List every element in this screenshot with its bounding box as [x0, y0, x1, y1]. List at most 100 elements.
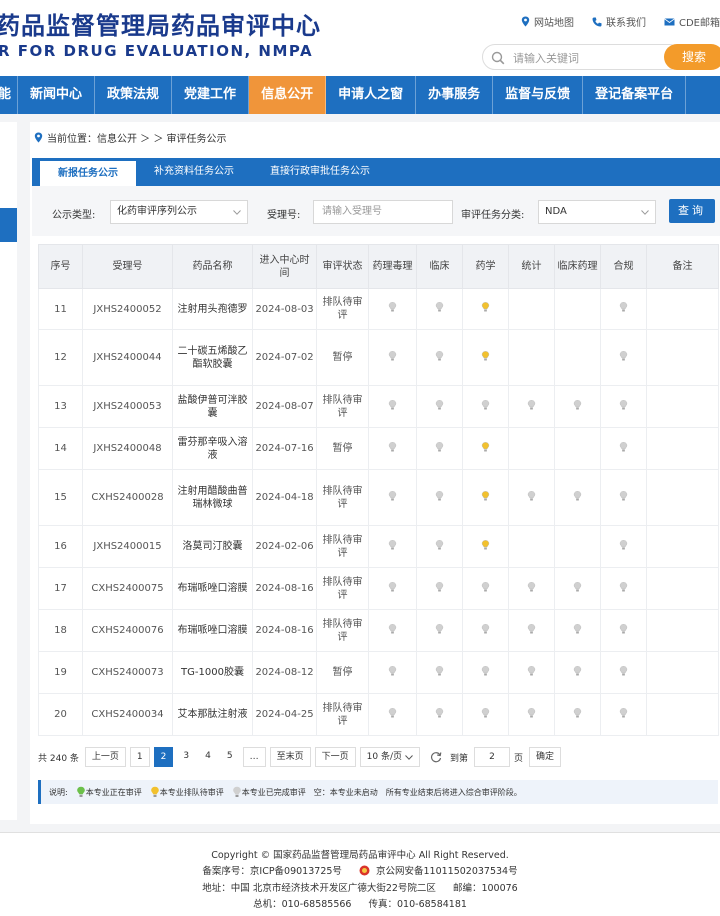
review-indicator-cell — [600, 427, 647, 470]
contact-link[interactable]: 联系我们 — [592, 14, 646, 29]
bulb-done-icon — [232, 786, 241, 797]
accept-number-input[interactable]: 请输入受理号 — [313, 200, 453, 224]
cde-mail-link[interactable]: CDE邮箱 — [664, 14, 720, 29]
nav-item-supervision[interactable]: 监督与反馈 — [493, 76, 584, 114]
table-row[interactable]: 16 JXHS2400015 洛莫司汀胶囊 2024-02-06 排队待审评 — [38, 525, 719, 568]
row-number: 19 — [38, 651, 83, 694]
remark-cell — [646, 651, 719, 694]
review-indicator-cell — [462, 427, 509, 470]
review-indicator-cell — [508, 567, 555, 610]
tab-supplement-tasks[interactable]: 补充资料任务公示 — [136, 158, 252, 186]
review-indicator-cell — [508, 427, 555, 470]
search-button[interactable]: 搜索 — [664, 44, 720, 70]
confirm-button[interactable]: 确定 — [529, 747, 562, 767]
col-header: 进入中心时间 — [252, 244, 317, 289]
review-indicator-cell — [416, 288, 463, 330]
review-indicator-cell — [600, 609, 647, 652]
nav-item-party[interactable]: 党建工作 — [172, 76, 250, 114]
sidebar-active-item[interactable] — [0, 208, 17, 242]
category-select-value: NDA — [545, 206, 567, 217]
table-row[interactable]: 12 JXHS2400044 二十碳五烯酸乙酯软胶囊 2024-07-02 暂停 — [38, 329, 719, 386]
search-input[interactable] — [513, 48, 663, 68]
page-button[interactable]: 5 — [221, 747, 239, 767]
review-indicator-cell — [462, 609, 509, 652]
bulb-done-icon — [527, 665, 536, 675]
sitemap-link[interactable]: 网站地图 — [521, 14, 574, 29]
drug-name: 二十碳五烯酸乙酯软胶囊 — [172, 329, 253, 386]
bulb-done-icon — [388, 302, 397, 312]
review-indicator-cell — [462, 469, 509, 526]
query-button[interactable]: 查询 — [669, 199, 715, 223]
review-indicator-cell — [554, 427, 601, 470]
last-page-button[interactable]: 至末页 — [269, 747, 311, 767]
page-button-current[interactable]: 2 — [153, 747, 174, 767]
chevron-down-icon — [405, 754, 413, 760]
page-ellipsis[interactable]: … — [242, 747, 266, 767]
goto-page-input[interactable]: 2 — [474, 747, 510, 767]
bulb-done-icon — [388, 581, 397, 591]
footer-address-line: 地址：中国 北京市经济技术开发区广德大街22号院二区 邮编：100076 — [0, 880, 720, 894]
footer-icp[interactable]: 备案序号：京ICP备09013725号 — [202, 866, 342, 877]
table-row[interactable]: 19 CXHS2400073 TG-1000胶囊 2024-08-12 暂停 — [38, 651, 719, 694]
nav-item-applicant[interactable]: 申请人之窗 — [326, 76, 417, 114]
bulb-done-icon — [481, 623, 490, 633]
col-header: 药品名称 — [172, 244, 253, 289]
site-logo-title[interactable]: 药品监督管理局药品审评中心 — [0, 6, 321, 41]
page-button[interactable]: 1 — [129, 747, 150, 767]
bulb-done-icon — [481, 399, 490, 409]
site-header: 药品监督管理局药品审评中心 R FOR DRUG EVALUATION, NMP… — [0, 0, 720, 76]
type-select[interactable]: 化药审评序列公示 — [110, 200, 248, 224]
table-row[interactable]: 17 CXHS2400075 布瑞哌唑口溶膜 2024-08-16 排队待审评 — [38, 567, 719, 610]
nav-item-services[interactable]: 办事服务 — [416, 76, 494, 114]
nav-item-news[interactable]: 新闻中心 — [18, 76, 96, 114]
review-status: 排队待审评 — [316, 385, 369, 428]
bulb-pending-icon — [481, 441, 490, 451]
review-indicator-cell — [416, 567, 463, 610]
review-indicator-cell — [416, 525, 463, 568]
table-row[interactable]: 20 CXHS2400034 艾本那肽注射液 2024-04-25 排队待审评 — [38, 693, 719, 736]
category-select[interactable]: NDA — [538, 200, 656, 224]
review-indicator-cell — [600, 288, 647, 330]
bulb-done-icon — [481, 707, 490, 717]
prev-page-button[interactable]: 上一页 — [84, 747, 126, 767]
drug-name: 布瑞哌唑口溶膜 — [172, 567, 253, 610]
tab-new-tasks[interactable]: 新报任务公示 — [40, 161, 136, 186]
review-indicator-cell — [462, 693, 509, 736]
breadcrumb-text: 当前位置：信息公开 ＞ ＞ 审评任务公示 — [47, 134, 227, 145]
refresh-icon[interactable] — [430, 751, 442, 763]
review-status: 排队待审评 — [316, 469, 369, 526]
drug-name: TG-1000胶囊 — [172, 651, 253, 694]
table-row[interactable]: 14 JXHS2400048 雷芬那辛吸入溶液 2024-07-16 暂停 — [38, 427, 719, 470]
page: 药品监督管理局药品审评中心 R FOR DRUG EVALUATION, NMP… — [0, 0, 720, 916]
search-box — [482, 44, 682, 70]
type-select-value: 化药审评序列公示 — [117, 206, 197, 217]
page-size-select[interactable]: 10 条/页 — [359, 747, 420, 767]
drug-name: 艾本那肽注射液 — [172, 693, 253, 736]
nav-item-registration[interactable]: 登记备案平台 — [583, 76, 687, 114]
nav-item-info-public[interactable]: 信息公开 — [249, 76, 327, 114]
bulb-done-icon — [619, 707, 628, 717]
review-indicator-cell — [462, 329, 509, 386]
next-page-button[interactable]: 下一页 — [314, 747, 356, 767]
table-row[interactable]: 15 CXHS2400028 注射用醋酸曲普瑞林微球 2024-04-18 排队待审评 — [38, 469, 719, 526]
table-row[interactable]: 18 CXHS2400076 布瑞哌唑口溶膜 2024-08-16 排队待审评 — [38, 609, 719, 652]
site-footer: Copyright © 国家药品监督管理局药品审评中心 All Right Re… — [0, 832, 720, 916]
bulb-done-icon — [481, 665, 490, 675]
chevron-down-icon — [641, 210, 649, 215]
review-indicator-cell — [600, 525, 647, 568]
tab-direct-approval-tasks[interactable]: 直接行政审批任务公示 — [252, 158, 388, 186]
nav-item-truncated[interactable]: 能 — [0, 76, 19, 114]
review-status: 暂停 — [316, 427, 369, 470]
nav-item-policy[interactable]: 政策法规 — [95, 76, 173, 114]
col-header: 临床 — [416, 244, 463, 289]
review-indicator-cell — [554, 609, 601, 652]
page-button[interactable]: 4 — [199, 747, 217, 767]
category-label: 审评任务分类: — [461, 210, 525, 221]
table-row[interactable]: 11 JXHS2400052 注射用头孢德罗 2024-08-03 排队待审评 — [38, 288, 719, 330]
main-panel: 当前位置：信息公开 ＞ ＞ 审评任务公示 新报任务公示 补充资料任务公示 直接行… — [30, 122, 720, 824]
table-row[interactable]: 13 JXHS2400053 盐酸伊普可泮胶囊 2024-08-07 排队待审评 — [38, 385, 719, 428]
page-button[interactable]: 3 — [177, 747, 195, 767]
accept-number: CXHS2400073 — [82, 651, 173, 694]
footer-police[interactable]: 京公网安备11011502037534号 — [376, 866, 518, 877]
bulb-done-icon — [481, 581, 490, 591]
